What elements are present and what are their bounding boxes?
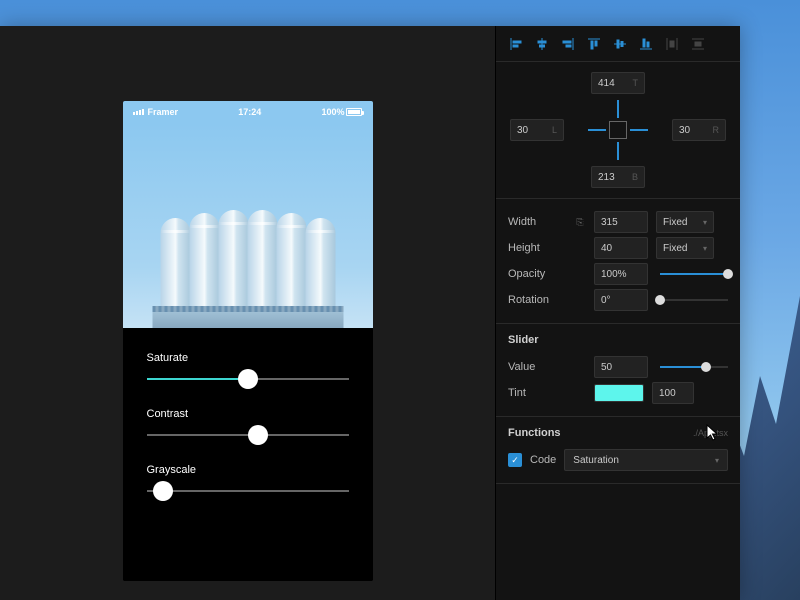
properties-panel: 414T 30L 30R 213B Width ⎘ 315 Fixed bbox=[495, 26, 740, 600]
distribute-h-icon[interactable] bbox=[660, 32, 684, 56]
opacity-input[interactable]: 100% bbox=[594, 263, 648, 285]
function-dropdown[interactable]: Saturation bbox=[564, 449, 728, 471]
pin-control[interactable] bbox=[588, 100, 648, 160]
functions-header: Functions bbox=[508, 427, 561, 439]
control-label: Saturate bbox=[147, 352, 349, 364]
value-input[interactable]: 50 bbox=[594, 356, 648, 378]
size-section: Width ⎘ 315 Fixed Height 40 Fixed Opacit… bbox=[496, 199, 740, 324]
tint-swatch[interactable] bbox=[594, 384, 644, 402]
lock-icon[interactable]: ⎘ bbox=[574, 217, 586, 228]
control-grayscale: Grayscale bbox=[147, 464, 349, 492]
constraint-bottom-input[interactable]: 213B bbox=[591, 166, 645, 188]
tint-alpha-input[interactable]: 100 bbox=[652, 382, 694, 404]
grayscale-slider[interactable] bbox=[147, 490, 349, 492]
constraint-left-input[interactable]: 30L bbox=[510, 119, 564, 141]
control-label: Grayscale bbox=[147, 464, 349, 476]
filepath-label: ./App.tsx bbox=[693, 428, 728, 438]
height-mode-select[interactable]: Fixed bbox=[656, 237, 714, 259]
battery-pct: 100% bbox=[321, 107, 344, 117]
align-center-h-icon[interactable] bbox=[530, 32, 554, 56]
value-label: Value bbox=[508, 361, 566, 373]
align-left-icon[interactable] bbox=[504, 32, 528, 56]
control-contrast: Contrast bbox=[147, 408, 349, 436]
value-slider[interactable] bbox=[660, 366, 728, 368]
app-window: Framer 17:24 100% Saturate bbox=[0, 26, 740, 600]
phone-statusbar: Framer 17:24 100% bbox=[123, 101, 373, 123]
align-top-icon[interactable] bbox=[582, 32, 606, 56]
code-label: Code bbox=[530, 454, 556, 466]
width-mode-select[interactable]: Fixed bbox=[656, 211, 714, 233]
code-checkbox[interactable]: ✓ bbox=[508, 453, 522, 467]
rotation-label: Rotation bbox=[508, 294, 566, 306]
alignment-toolbar bbox=[496, 26, 740, 62]
height-label: Height bbox=[508, 242, 566, 254]
preview-image bbox=[123, 123, 373, 328]
battery-icon bbox=[346, 108, 362, 116]
clock-label: 17:24 bbox=[238, 107, 261, 117]
slider-section: Slider Value 50 Tint 100 bbox=[496, 324, 740, 417]
width-input[interactable]: 315 bbox=[594, 211, 648, 233]
align-bottom-icon[interactable] bbox=[634, 32, 658, 56]
saturate-slider[interactable] bbox=[147, 378, 349, 380]
rotation-slider[interactable] bbox=[660, 299, 728, 301]
signal-icon bbox=[133, 109, 144, 115]
control-label: Contrast bbox=[147, 408, 349, 420]
rotation-input[interactable]: 0° bbox=[594, 289, 648, 311]
constraint-top-input[interactable]: 414T bbox=[591, 72, 645, 94]
height-input[interactable]: 40 bbox=[594, 237, 648, 259]
distribute-v-icon[interactable] bbox=[686, 32, 710, 56]
constraint-right-input[interactable]: 30R bbox=[672, 119, 726, 141]
width-label: Width bbox=[508, 216, 566, 228]
canvas[interactable]: Framer 17:24 100% Saturate bbox=[0, 26, 495, 600]
phone-frame[interactable]: Framer 17:24 100% Saturate bbox=[123, 101, 373, 581]
control-saturate: Saturate bbox=[147, 352, 349, 380]
slider-header: Slider bbox=[508, 334, 728, 346]
contrast-slider[interactable] bbox=[147, 434, 349, 436]
constraints-section: 414T 30L 30R 213B bbox=[496, 62, 740, 199]
opacity-label: Opacity bbox=[508, 268, 566, 280]
align-right-icon[interactable] bbox=[556, 32, 580, 56]
tint-label: Tint bbox=[508, 387, 566, 399]
functions-section: Functions ./App.tsx ✓ Code Saturation bbox=[496, 417, 740, 484]
phone-controls: Saturate Contrast Grayscale bbox=[123, 328, 373, 581]
align-center-v-icon[interactable] bbox=[608, 32, 632, 56]
carrier-label: Framer bbox=[148, 107, 179, 117]
opacity-slider[interactable] bbox=[660, 273, 728, 275]
